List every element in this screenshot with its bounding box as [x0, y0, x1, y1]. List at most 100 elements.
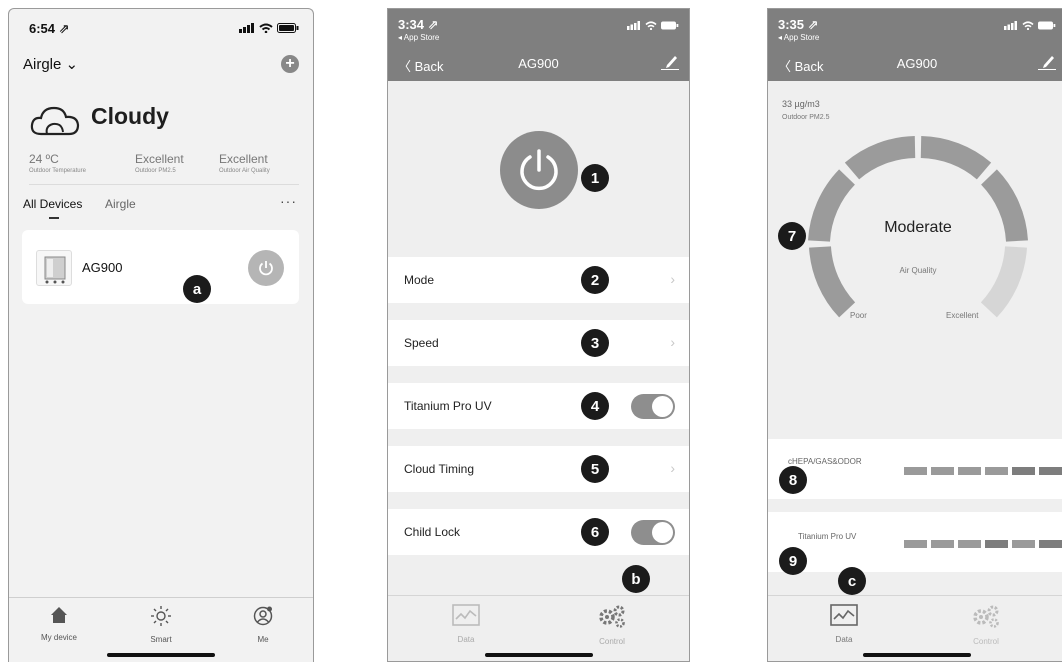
tab-smart[interactable]: Smart [121, 606, 201, 644]
chart-icon [830, 604, 858, 626]
tab-airgle[interactable]: Airgle [105, 197, 136, 211]
filter-segment [1039, 540, 1062, 548]
status-icons [627, 21, 679, 30]
nav-header: 3:34 ⇗ ◂ App Store 〈 Back AG900 [388, 9, 689, 81]
air-quality-status: Moderate [884, 219, 952, 236]
battery-icon [277, 23, 299, 33]
edit-button[interactable] [1038, 54, 1056, 75]
callout-badge: 2 [581, 266, 609, 294]
filter-segment [1012, 540, 1035, 548]
screen-title: AG900 [896, 56, 938, 71]
tab-label: My device [40, 633, 77, 642]
tab-label: Me [257, 635, 269, 644]
row-label: Child Lock [404, 525, 461, 539]
filter-segment [958, 467, 981, 475]
tab-label: Data [835, 635, 853, 644]
row-label: Titanium Pro UV [404, 399, 492, 413]
callout-badge: 9 [779, 547, 807, 575]
bottom-tab-bar: Data Control [768, 595, 1062, 661]
callout-badge: 3 [581, 329, 609, 357]
power-icon [520, 149, 558, 191]
filter-uv-panel: Titanium Pro UV [768, 512, 1062, 572]
filter-segment [931, 467, 954, 475]
row-titanium-pro-uv: Titanium Pro UV 4 [388, 383, 689, 429]
child-lock-toggle[interactable] [631, 520, 675, 545]
row-cloud-timing[interactable]: Cloud Timing 5 › [388, 446, 689, 492]
stat-temperature: 24 ºC Outdoor Temperature [29, 152, 86, 174]
power-button[interactable] [500, 131, 578, 209]
more-options-button[interactable]: ··· [280, 193, 297, 209]
gears-icon [599, 605, 625, 628]
filter-chepa-panel: cHEPA/GAS&ODOR [768, 439, 1062, 499]
filter-life-bar [904, 467, 1062, 475]
home-selector[interactable]: Airgle ⌄ [23, 55, 78, 73]
cloud-icon [29, 102, 81, 138]
stat-value: 24 ºC [29, 152, 59, 166]
app-store-back[interactable]: ◂ App Store [778, 33, 819, 42]
tab-my-device[interactable]: My device [19, 606, 99, 642]
filter-segment [904, 540, 927, 548]
filter-segment [1039, 467, 1062, 475]
filter-segment [958, 540, 981, 548]
tab-indicator [49, 217, 59, 219]
toggle-knob [652, 522, 673, 543]
bottom-tab-bar: Data Control [388, 595, 689, 661]
tab-control[interactable]: Control [572, 604, 652, 646]
divider [29, 184, 299, 185]
power-icon [259, 261, 273, 276]
callout-badge: 6 [581, 518, 609, 546]
tab-control[interactable]: Control [946, 604, 1026, 646]
gears-icon [973, 605, 999, 628]
row-mode[interactable]: Mode 2 › [388, 257, 689, 303]
stat-pm25: Excellent Outdoor PM2.5 [135, 152, 184, 174]
sun-icon [151, 606, 171, 626]
callout-badge: 1 [581, 164, 609, 192]
row-speed[interactable]: Speed 3 › [388, 320, 689, 366]
bottom-tab-bar: My device Smart Me [9, 597, 313, 662]
app-store-back[interactable]: ◂ App Store [398, 33, 439, 42]
gauge-segment [809, 246, 856, 318]
pencil-icon [661, 56, 679, 70]
device-thumbnail [36, 250, 72, 286]
titanium-uv-toggle[interactable] [631, 394, 675, 419]
callout-badge: 8 [779, 466, 807, 494]
tab-data[interactable]: Data [804, 604, 884, 644]
gauge-segment [844, 136, 916, 180]
signal-icon [627, 21, 640, 30]
signal-icon [239, 23, 254, 33]
status-time: 3:34 ⇗ [398, 17, 439, 32]
pencil-icon [1038, 56, 1056, 70]
row-child-lock: Child Lock 6 [388, 509, 689, 555]
status-time: 3:35 ⇗ [778, 17, 819, 32]
device-power-button[interactable] [248, 250, 284, 286]
tab-me[interactable]: Me [223, 606, 303, 644]
callout-badge: 5 [581, 455, 609, 483]
status-time: 6:54 ⇗ [29, 21, 70, 36]
filter-segment [985, 540, 1008, 548]
toggle-knob [652, 396, 673, 417]
tab-data[interactable]: Data [426, 604, 506, 644]
home-screen: 6:54 ⇗ Airgle ⌄ + Cloudy 24 ºC Outdoor T… [8, 8, 314, 662]
battery-icon [1038, 21, 1056, 30]
filter-segment [1012, 467, 1035, 475]
tab-all-devices[interactable]: All Devices [23, 197, 82, 211]
filter-segment [904, 467, 927, 475]
status-icons [239, 23, 299, 33]
home-icon [51, 607, 67, 623]
wifi-icon [645, 21, 657, 30]
filter-label: cHEPA/GAS&ODOR [788, 457, 862, 466]
gauge-segment [980, 246, 1027, 318]
battery-icon [661, 21, 679, 30]
edit-button[interactable] [661, 54, 679, 75]
add-device-button[interactable]: + [281, 55, 299, 73]
pm-value: 33 µg/m3 [782, 99, 820, 109]
filter-segment [931, 540, 954, 548]
callout-badge: b [622, 565, 650, 593]
screen-title: AG900 [518, 56, 559, 71]
filter-segment [985, 467, 1008, 475]
device-card[interactable]: AG900 [22, 230, 299, 304]
signal-icon [1004, 21, 1017, 30]
row-label: Cloud Timing [404, 462, 475, 476]
gauge-segment [920, 136, 992, 180]
home-indicator [484, 653, 593, 657]
